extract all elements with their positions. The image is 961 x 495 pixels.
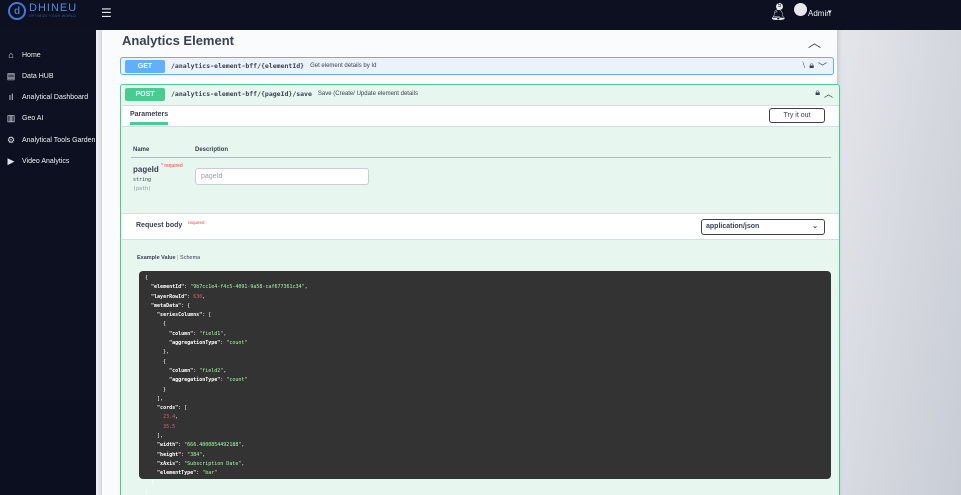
chevron-down-icon: ⌄: [812, 223, 818, 230]
avatar[interactable]: [794, 3, 807, 16]
lock-icon[interactable]: 🔒︎: [809, 60, 814, 73]
main-area: Analytics Element ︿ GET /analytics-eleme…: [96, 30, 961, 495]
sidebar-item-label: Analytical Dashboard: [22, 93, 89, 101]
json-column-1: field1: [202, 330, 221, 337]
operation-summary: Save (Create/ Update element details: [317, 91, 418, 97]
sidebar-item-label: Data HUB: [22, 72, 54, 80]
json-width: 666.4000854492188: [187, 442, 239, 449]
operation-get[interactable]: GET /analytics-element-bff/{elementId} G…: [120, 57, 834, 75]
sidebar-item-analytical-tools-garden[interactable]: ⚙ Analytical Tools Garden: [6, 135, 95, 145]
sidebar-item-label: Video Analytics: [22, 157, 70, 165]
logo-name: DHINEU: [29, 2, 78, 14]
video-icon: ▶: [7, 155, 15, 166]
divider: [131, 157, 831, 158]
operation-post-header[interactable]: POST /analytics-element-bff/{pageId}/sav…: [121, 85, 839, 103]
request-body-bar: Request body required application/json ⌄: [122, 213, 839, 240]
sidebar-item-label: Geo AI: [22, 114, 44, 122]
chevron-up-icon[interactable]: ︿: [824, 87, 833, 100]
parameters-bar: Parameters Try it out: [122, 105, 839, 127]
param-name: pageId: [133, 165, 159, 174]
top-bar: d DHINEU OPTIMIZE YOUR WORLD ☰ 🔔︎ 5 Admi…: [0, 0, 961, 30]
logo-tagline: OPTIMIZE YOUR WORLD: [29, 14, 77, 18]
sidebar-item-home[interactable]: ⌂ Home: [6, 50, 41, 60]
chevron-down-icon[interactable]: ﹀: [818, 60, 827, 73]
pageid-input[interactable]: pageId: [195, 168, 369, 185]
sidebar: ⌂ Home ▤ Data HUB ıl Analytical Dashboar…: [0, 30, 96, 495]
hamburger-menu-icon[interactable]: ☰: [101, 7, 113, 19]
json-cord-1: 23.4: [163, 414, 176, 421]
json-agg-1: count: [229, 340, 245, 347]
json-layerRowId: 630: [193, 293, 203, 300]
sidebar-item-data-hub[interactable]: ▤ Data HUB: [6, 71, 54, 81]
json-height: 384: [190, 451, 200, 458]
example-code-block[interactable]: { "elementId": "9b7cc1e4-f4c5-4091-9a58-…: [139, 271, 831, 495]
chevron-up-icon[interactable]: ︿: [808, 32, 821, 51]
app-logo[interactable]: d DHINEU OPTIMIZE YOUR WORLD: [8, 2, 77, 20]
column-header-name: Name: [133, 147, 150, 153]
try-it-out-button[interactable]: Try it out: [769, 108, 825, 123]
json-agg-2: count: [229, 377, 245, 384]
tab-parameters[interactable]: Parameters: [130, 111, 169, 125]
tab-schema[interactable]: Schema: [180, 255, 200, 261]
link-icon[interactable]: ⧵: [802, 60, 805, 73]
method-badge-post: POST: [125, 87, 165, 101]
database-icon: ▤: [6, 70, 16, 81]
sidebar-item-video-analytics[interactable]: ▶ Video Analytics: [6, 155, 70, 166]
column-header-description: Description: [195, 147, 229, 153]
operation-path: /analytics-element-bff/{pageId}/save: [171, 90, 312, 98]
logo-mark-icon: d: [8, 2, 26, 20]
request-body-required: required: [188, 220, 205, 225]
json-cord-2: 35.5: [163, 423, 176, 430]
sidebar-item-label: Home: [22, 51, 41, 59]
content-type-select[interactable]: application/json ⌄: [701, 219, 825, 235]
chevron-down-icon[interactable]: ▾: [828, 8, 832, 16]
operation-post: POST /analytics-element-bff/{pageId}/sav…: [120, 84, 840, 495]
method-badge-get: GET: [125, 59, 165, 73]
json-elementId: 9b7cc1e4-f4c5-4091-9a58-caf677361c34: [193, 284, 302, 291]
map-icon: ▥: [6, 112, 16, 123]
api-panel: Analytics Element ︿ GET /analytics-eleme…: [102, 30, 840, 495]
page-title: Analytics Element: [122, 33, 234, 48]
param-type: string: [133, 177, 152, 183]
content-type-value: application/json: [706, 223, 760, 230]
lock-icon[interactable]: 🔒︎: [815, 87, 820, 100]
sidebar-item-label: Analytical Tools Garden: [22, 136, 96, 144]
home-icon: ⌂: [8, 50, 14, 60]
gear-icon: ⚙: [6, 134, 16, 145]
json-xAxis: Subscription Date: [187, 460, 239, 467]
param-location: (path): [133, 186, 152, 192]
param-required: * required: [161, 163, 183, 169]
operation-summary: Get element details by Id: [310, 63, 377, 69]
tab-example-value[interactable]: Example Value: [137, 255, 176, 261]
example-tabs: Example Value | Schema: [137, 255, 201, 261]
json-column-2: field2: [202, 367, 221, 374]
sidebar-item-geo-ai[interactable]: ▥ Geo AI: [6, 112, 44, 123]
bar-chart-icon: ıl: [8, 92, 14, 102]
json-elementType: bar: [205, 470, 215, 477]
sidebar-item-analytical-dashboard[interactable]: ıl Analytical Dashboard: [6, 92, 88, 102]
operation-path: /analytics-element-bff/{elementId}: [171, 62, 305, 70]
request-body-title: Request body: [136, 222, 183, 229]
